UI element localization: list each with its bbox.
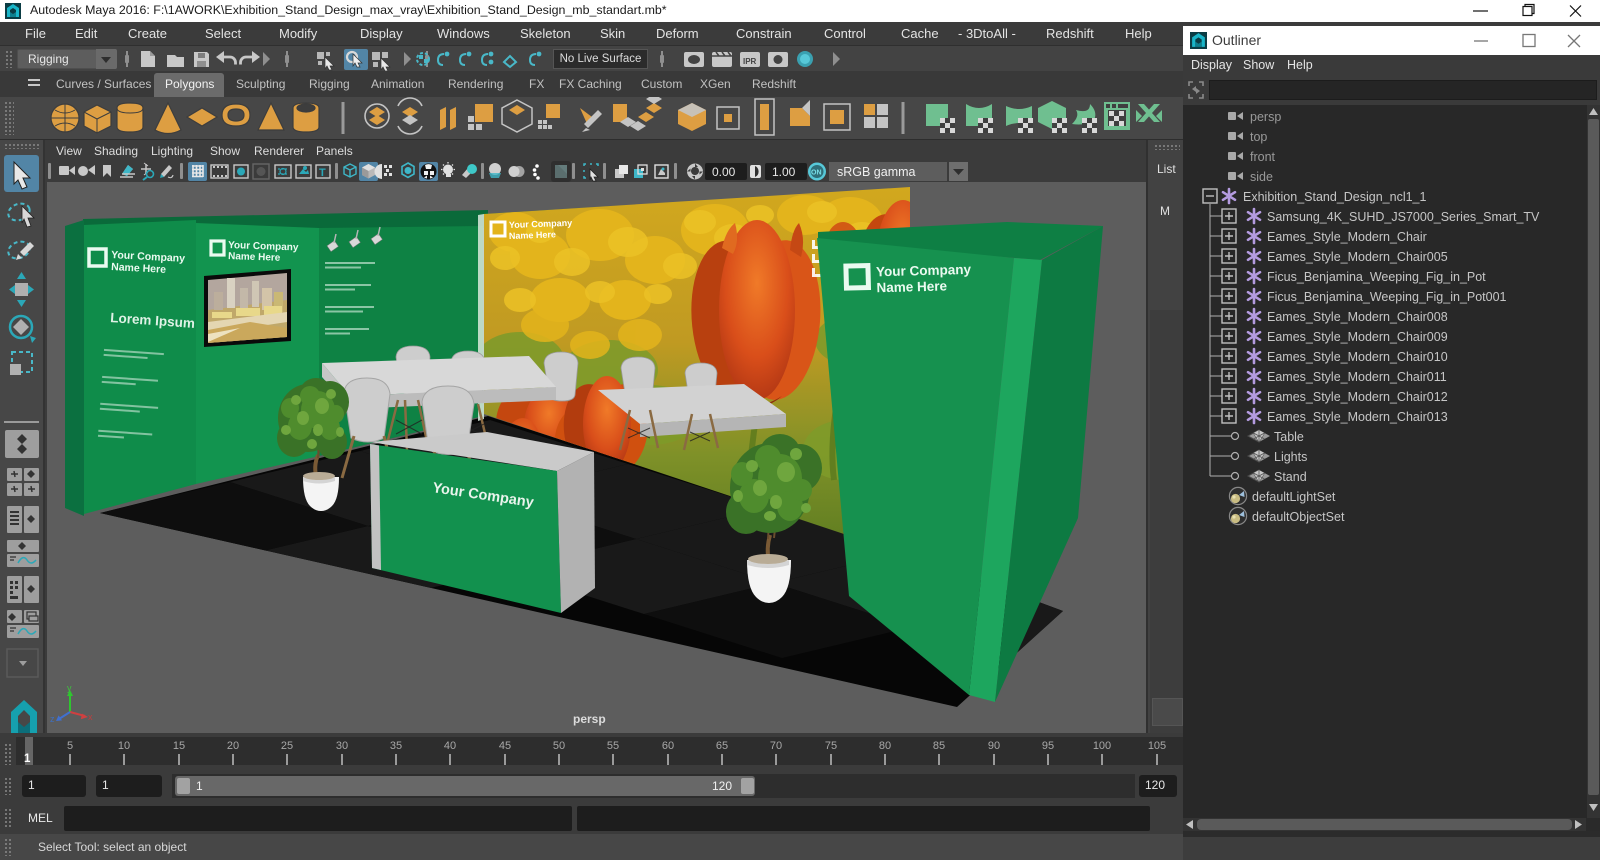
svg-text:Eames_Style_Modern_Chair009: Eames_Style_Modern_Chair009 xyxy=(1267,330,1448,344)
svg-text:Eames_Style_Modern_Chair010: Eames_Style_Modern_Chair010 xyxy=(1267,350,1448,364)
svg-text:Ficus_Benjamina_Weeping_Fig_in: Ficus_Benjamina_Weeping_Fig_in_Pot001 xyxy=(1267,290,1507,304)
svg-text:Samsung_4K_SUHD_JS7000_Series_: Samsung_4K_SUHD_JS7000_Series_Smart_TV xyxy=(1267,210,1540,224)
svg-text:60: 60 xyxy=(662,740,674,752)
svg-text:10: 10 xyxy=(118,740,130,752)
svg-text:65: 65 xyxy=(716,740,728,752)
svg-text:top: top xyxy=(1250,130,1267,144)
svg-text:Table: Table xyxy=(1274,430,1304,444)
svg-text:5: 5 xyxy=(67,740,73,752)
svg-text:75: 75 xyxy=(825,740,837,752)
svg-text:y: y xyxy=(67,683,72,693)
svg-text:x: x xyxy=(88,712,93,722)
svg-text:Eames_Style_Modern_Chair008: Eames_Style_Modern_Chair008 xyxy=(1267,310,1448,324)
svg-text:ON: ON xyxy=(811,170,822,177)
svg-text:0.00: 0.00 xyxy=(712,165,736,179)
svg-text:80: 80 xyxy=(879,740,891,752)
svg-text:Exhibition_Stand_Design_ncl1_1: Exhibition_Stand_Design_ncl1_1 xyxy=(1243,190,1427,204)
svg-text:85: 85 xyxy=(933,740,945,752)
svg-text:Name Here: Name Here xyxy=(509,229,556,241)
svg-text:persp: persp xyxy=(573,712,606,726)
svg-text:sRGB gamma: sRGB gamma xyxy=(837,165,916,179)
svg-text:Your Company: Your Company xyxy=(876,262,972,279)
svg-text:Lights: Lights xyxy=(1274,450,1307,464)
svg-text:Eames_Style_Modern_Chair: Eames_Style_Modern_Chair xyxy=(1267,230,1427,244)
svg-text:1: 1 xyxy=(24,753,31,765)
svg-text:90: 90 xyxy=(988,740,1000,752)
svg-text:15: 15 xyxy=(173,740,185,752)
svg-text:Eames_Style_Modern_Chair005: Eames_Style_Modern_Chair005 xyxy=(1267,250,1448,264)
svg-text:25: 25 xyxy=(281,740,293,752)
svg-text:Ficus_Benjamina_Weeping_Fig_in: Ficus_Benjamina_Weeping_Fig_in_Pot xyxy=(1267,270,1486,284)
svg-text:Eames_Style_Modern_Chair013: Eames_Style_Modern_Chair013 xyxy=(1267,410,1448,424)
svg-text:50: 50 xyxy=(553,740,565,752)
svg-text:side: side xyxy=(1250,170,1273,184)
svg-text:40: 40 xyxy=(444,740,456,752)
svg-text:Eames_Style_Modern_Chair011: Eames_Style_Modern_Chair011 xyxy=(1267,370,1447,384)
svg-text:Name Here: Name Here xyxy=(876,278,947,295)
svg-text:70: 70 xyxy=(770,740,782,752)
svg-text:z: z xyxy=(50,714,55,724)
svg-text:35: 35 xyxy=(390,740,402,752)
svg-text:100: 100 xyxy=(1093,740,1111,752)
svg-text:30: 30 xyxy=(336,740,348,752)
svg-text:defaultObjectSet: defaultObjectSet xyxy=(1252,510,1345,524)
svg-text:105: 105 xyxy=(1148,740,1166,752)
svg-text:persp: persp xyxy=(1250,110,1281,124)
svg-text:95: 95 xyxy=(1042,740,1054,752)
svg-text:IPR: IPR xyxy=(743,57,757,66)
svg-text:20: 20 xyxy=(227,740,239,752)
svg-text:Eames_Style_Modern_Chair012: Eames_Style_Modern_Chair012 xyxy=(1267,390,1448,404)
svg-text:Name Here: Name Here xyxy=(228,251,281,264)
svg-text:45: 45 xyxy=(499,740,511,752)
svg-text:T: T xyxy=(319,167,326,179)
svg-text:front: front xyxy=(1250,150,1276,164)
svg-text:1.00: 1.00 xyxy=(772,165,796,179)
svg-text:55: 55 xyxy=(607,740,619,752)
svg-text:Stand: Stand xyxy=(1274,470,1307,484)
svg-text:defaultLightSet: defaultLightSet xyxy=(1252,490,1336,504)
